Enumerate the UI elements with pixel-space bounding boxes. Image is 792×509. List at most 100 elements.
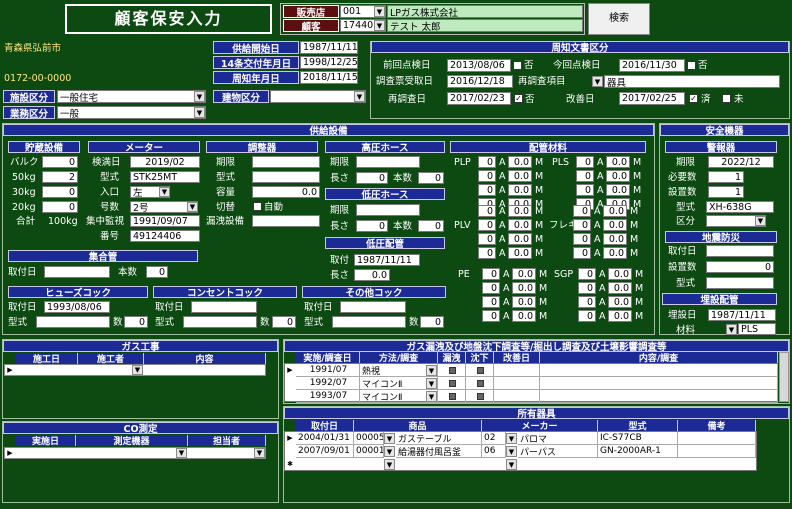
- hp-count-input[interactable]: 0: [418, 172, 444, 184]
- reinsp-item-dropdown-icon[interactable]: ▼: [592, 76, 603, 87]
- pipe-a-input[interactable]: 0: [573, 219, 591, 231]
- app-row-selector-icon[interactable]: ▶: [285, 432, 295, 444]
- app-row-name[interactable]: 給湯器付風呂釜: [396, 445, 482, 458]
- pipe-m-input[interactable]: 0.0: [606, 156, 630, 168]
- lp-pipe-len-input[interactable]: 0.0: [354, 269, 390, 281]
- pipe-a-input[interactable]: 0: [576, 156, 594, 168]
- pipe-a-input[interactable]: 0: [482, 268, 500, 280]
- meter-insp-input[interactable]: 2019/02: [130, 156, 200, 168]
- this-inspect-checkbox[interactable]: [687, 61, 696, 70]
- facility-select[interactable]: 一般住宅: [57, 90, 206, 103]
- pipe-a-input[interactable]: 0: [573, 233, 591, 245]
- gas-work-row-selector-icon[interactable]: ▶: [5, 365, 15, 375]
- leak-row-selector-icon[interactable]: [285, 390, 295, 402]
- pipe-a-input[interactable]: 0: [478, 247, 496, 259]
- dealer-dropdown-icon[interactable]: ▼: [374, 6, 385, 17]
- pipe-m-input[interactable]: 0.0: [512, 282, 536, 294]
- quake-model-input[interactable]: [706, 277, 774, 289]
- bulk-input[interactable]: 0: [42, 156, 78, 168]
- leak-row-leak-cell[interactable]: [438, 364, 466, 377]
- pipe-m-input[interactable]: 0.0: [508, 156, 532, 168]
- reg-term-input[interactable]: [252, 156, 320, 168]
- alarm-model-input[interactable]: XH-638G: [706, 201, 774, 213]
- pipe-a-input[interactable]: 0: [478, 184, 496, 196]
- supply-start-input[interactable]: 1987/11/11: [300, 41, 358, 54]
- pipe-m-input[interactable]: 0.0: [512, 310, 536, 322]
- reinsp-checkbox[interactable]: ✓: [514, 94, 523, 103]
- app-maker-dropdown-icon[interactable]: ▼: [506, 446, 517, 457]
- leak-checkbox[interactable]: [449, 392, 456, 400]
- pipe-a-input[interactable]: 0: [578, 296, 596, 308]
- app-new-row-icon[interactable]: ✱: [285, 458, 295, 470]
- pipe-m-input[interactable]: 0.0: [608, 296, 632, 308]
- app-row-code[interactable]: 00001: [354, 445, 384, 458]
- pipe-m-input[interactable]: 0.0: [508, 205, 532, 217]
- pipe-m-input[interactable]: 0.0: [608, 282, 632, 294]
- fix-date-input[interactable]: 2017/02/25: [619, 92, 685, 105]
- app-row-model[interactable]: GN-2000AR-1: [598, 445, 678, 458]
- alarm-term-input[interactable]: 2022/12: [708, 156, 774, 168]
- fuse-date-input[interactable]: 1993/08/06: [44, 301, 110, 313]
- leak-row-fix[interactable]: [494, 364, 540, 377]
- leak-row-content[interactable]: [540, 390, 778, 403]
- leak-row-fix[interactable]: [494, 377, 540, 390]
- leak-method-dropdown-icon[interactable]: ▼: [426, 378, 437, 389]
- app-row-date[interactable]: 2004/01/31: [296, 432, 354, 445]
- meter-model-input[interactable]: STK25MT: [130, 171, 200, 183]
- co-new-row[interactable]: [4, 447, 266, 459]
- pipe-m-input[interactable]: 0.0: [508, 247, 532, 259]
- leak-row-selector-icon[interactable]: ▶: [285, 364, 295, 376]
- quake-inst-input[interactable]: 0: [706, 261, 774, 273]
- buried-mat-dropdown-icon[interactable]: ▼: [726, 324, 737, 335]
- buried-mat-select[interactable]: PLS: [738, 323, 776, 335]
- lp-count-input[interactable]: 0: [418, 220, 444, 232]
- leak-row-fix[interactable]: [494, 390, 540, 403]
- pipe-a-input[interactable]: 0: [482, 310, 500, 322]
- leak-row-sink-cell[interactable]: [466, 390, 494, 403]
- fix-not-checkbox[interactable]: [722, 94, 731, 103]
- pipe-m-input[interactable]: 0.0: [512, 268, 536, 280]
- k50-input[interactable]: 2: [42, 171, 78, 183]
- outlet-model-input[interactable]: [183, 316, 257, 328]
- app-row-selector-icon[interactable]: [285, 445, 295, 457]
- leak-scrollbar[interactable]: [779, 352, 789, 402]
- app-new-product-dropdown-icon[interactable]: ▼: [384, 459, 395, 470]
- pipe-a-input[interactable]: 0: [478, 170, 496, 182]
- pipe-m-input[interactable]: 0.0: [606, 184, 630, 196]
- meter-monitor-input[interactable]: 1991/09/07: [130, 215, 200, 227]
- leak-row-leak-cell[interactable]: [438, 390, 466, 403]
- hp-term-input[interactable]: [356, 156, 420, 168]
- k30-input[interactable]: 0: [42, 186, 78, 198]
- hp-len-input[interactable]: 0: [356, 172, 388, 184]
- pipe-m-input[interactable]: 0.0: [606, 170, 630, 182]
- pipe-a-input[interactable]: 0: [482, 282, 500, 294]
- lp-pipe-date-input[interactable]: 1987/11/11: [354, 254, 420, 266]
- reg-model-input[interactable]: [252, 171, 320, 183]
- outlet-date-input[interactable]: [191, 301, 257, 313]
- app-row-note[interactable]: [678, 445, 756, 458]
- leak-checkbox[interactable]: [449, 366, 456, 374]
- app-row-name[interactable]: ガステーブル: [396, 432, 482, 445]
- pipe-m-input[interactable]: 0.0: [508, 184, 532, 196]
- app-row-maker[interactable]: パロマ: [518, 432, 598, 445]
- this-inspect-input[interactable]: 2016/11/30: [619, 59, 685, 72]
- alarm-cat-dropdown-icon[interactable]: ▼: [755, 216, 766, 226]
- other-num-input[interactable]: 0: [420, 316, 444, 328]
- business-select[interactable]: 一般: [57, 106, 206, 119]
- pipe-m-input[interactable]: 0.0: [603, 233, 627, 245]
- pipe-m-input[interactable]: 0.0: [603, 247, 627, 259]
- pipe-m-input[interactable]: 0.0: [603, 205, 627, 217]
- pipe-a-input[interactable]: 0: [573, 205, 591, 217]
- notice-date-input[interactable]: 2018/11/15: [300, 71, 358, 84]
- reinsp-receive-input[interactable]: 2016/12/18: [447, 75, 513, 88]
- co-device-dropdown-icon[interactable]: ▼: [176, 448, 187, 458]
- pipe-a-input[interactable]: 0: [578, 282, 596, 294]
- leak-row-selector-icon[interactable]: [285, 377, 295, 389]
- reg-auto-checkbox[interactable]: [253, 202, 262, 211]
- pipe-m-input[interactable]: 0.0: [508, 219, 532, 231]
- gas-work-worker-dropdown-icon[interactable]: ▼: [132, 365, 143, 375]
- app-row-maker[interactable]: パーパス: [518, 445, 598, 458]
- leak-row-date[interactable]: 1992/07: [296, 377, 360, 390]
- reinsp-item-input[interactable]: 器具: [604, 75, 780, 88]
- fuse-num-input[interactable]: 0: [124, 316, 148, 328]
